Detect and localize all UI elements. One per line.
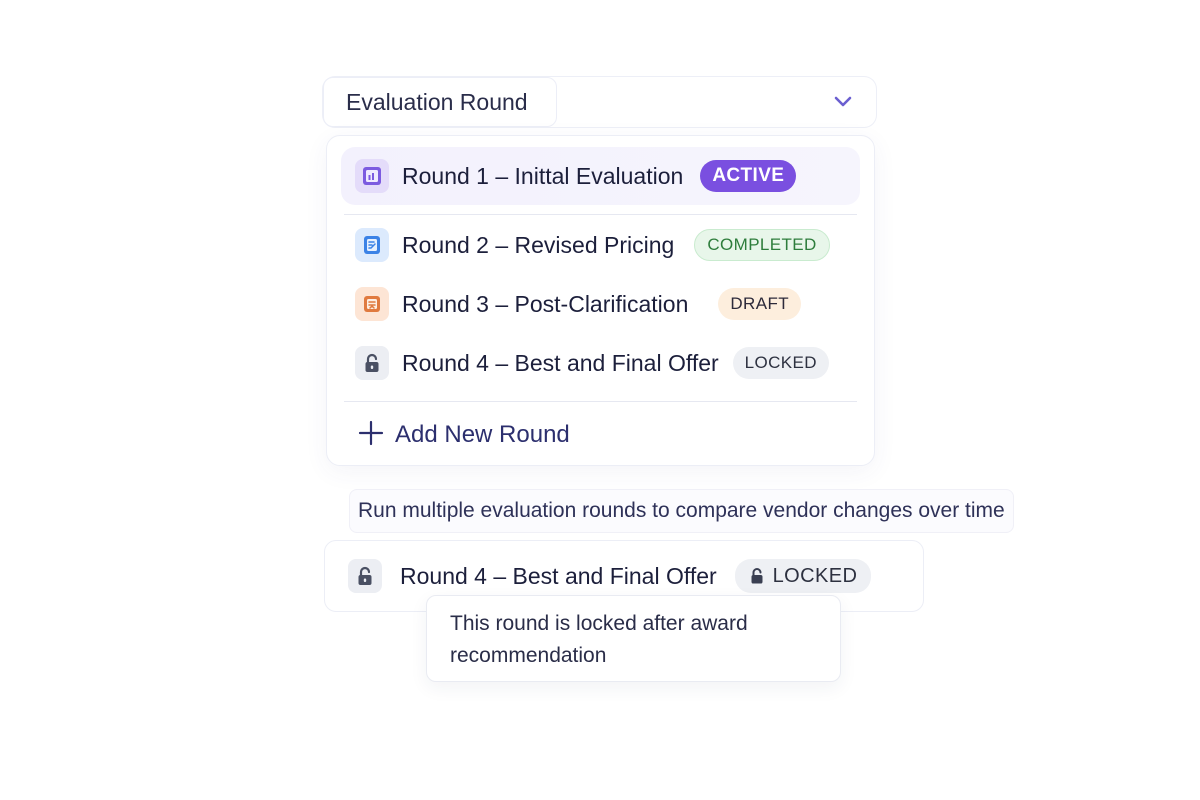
- add-new-round-label: Add New Round: [395, 421, 570, 448]
- locked-round-label: Round 4 – Best and Final Offer: [400, 562, 717, 589]
- feature-caption: Run multiple evaluation rounds to compar…: [349, 489, 1014, 533]
- menu-divider: [344, 401, 857, 402]
- round-option-4[interactable]: Round 4 – Best and Final Offer LOCKED: [341, 334, 860, 392]
- lock-icon: [348, 559, 382, 593]
- document-draft-icon: [355, 287, 389, 321]
- lock-icon: [355, 346, 389, 380]
- status-badge-draft: DRAFT: [718, 288, 802, 320]
- locked-badge-label: LOCKED: [772, 564, 858, 587]
- document-edit-icon: [355, 228, 389, 262]
- round-dropdown-menu: Round 1 – Inittal Evaluation ACTIVE Roun…: [326, 135, 875, 466]
- add-new-round-button[interactable]: Add New Round: [357, 417, 570, 453]
- locked-round-tooltip: This round is locked after award recomme…: [426, 595, 841, 682]
- status-badge-locked: LOCKED: [732, 347, 829, 379]
- evaluation-round-select[interactable]: Evaluation Round: [323, 77, 876, 127]
- round-option-2[interactable]: Round 2 – Revised Pricing COMPLETED: [341, 216, 860, 274]
- plus-icon: [357, 419, 385, 452]
- round-option-label: Round 1 – Inittal Evaluation: [402, 162, 684, 189]
- status-badge-active: ACTIVE: [700, 160, 797, 192]
- round-option-label: Round 3 – Post-Clarification: [402, 290, 689, 317]
- document-chart-icon: [355, 159, 389, 193]
- status-badge-locked: LOCKED: [734, 559, 872, 593]
- status-badge-completed: COMPLETED: [694, 229, 830, 261]
- round-option-label: Round 4 – Best and Final Offer: [402, 349, 719, 376]
- select-label: Evaluation Round: [323, 77, 557, 127]
- round-option-3[interactable]: Round 3 – Post-Clarification DRAFT: [341, 275, 860, 333]
- menu-divider: [344, 214, 857, 215]
- round-option-1[interactable]: Round 1 – Inittal Evaluation ACTIVE: [341, 147, 860, 205]
- chevron-down-icon[interactable]: [834, 94, 852, 108]
- lock-icon: [749, 567, 765, 585]
- evaluation-round-screen: Evaluation Round Round 1 – Inittal Evalu…: [0, 0, 1200, 800]
- round-option-label: Round 2 – Revised Pricing: [402, 231, 675, 258]
